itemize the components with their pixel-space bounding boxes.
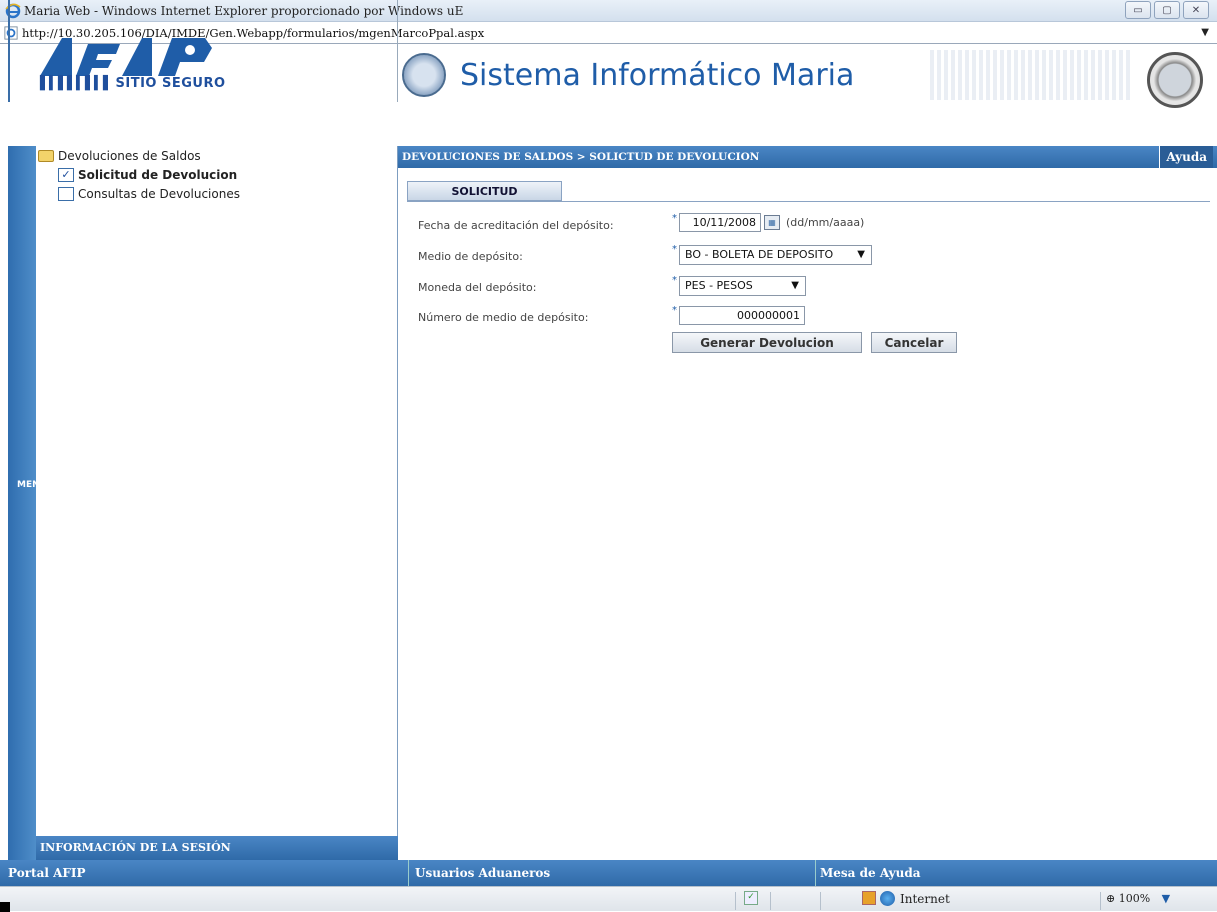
checked-doc-icon: ✓ [58,168,74,182]
moneda-label: Moneda del depósito: [418,281,537,294]
status-divider [735,892,736,910]
minimize-button[interactable]: ▭ [1125,1,1151,19]
status-divider [770,892,771,910]
doc-icon [58,187,74,201]
session-info-bar[interactable]: INFORMACIÓN DE LA SESIÓN [36,836,398,860]
system-title: Sistema Informático Maria [460,58,855,93]
status-bar: ✓ Internet ⊕ 100% ▼ [0,886,1217,912]
help-button[interactable]: Ayuda [1159,146,1213,168]
zoom-level: 100% [1118,892,1151,905]
medio-select-value: BO - BOLETA DE DEPOSITO [685,248,834,261]
menu-label: MENU [17,480,47,490]
cancelar-button[interactable]: Cancelar [871,332,957,353]
status-divider [1100,892,1101,910]
status-divider [820,892,821,910]
tab-solicitud[interactable]: SOLICITUD [407,181,562,201]
tree-item-solicitud[interactable]: ✓ Solicitud de Devolucion [58,168,237,182]
required-mark: * [672,275,677,286]
fecha-label: Fecha de acreditación del depósito: [418,219,614,232]
medio-label: Medio de depósito: [418,250,523,263]
decorative-pattern [930,50,1130,100]
sitio-seguro-text: ▌▍▌▌▍▌▍▌ SITIO SEGURO [40,76,226,91]
footer-bar: Portal AFIP Usuarios Aduaneros Mesa de A… [0,860,1217,886]
zoom-control[interactable]: ⊕ 100% ▼ [1106,892,1170,905]
numero-label: Número de medio de depósito: [418,311,589,324]
tree-root[interactable]: Devoluciones de Saldos [38,149,201,163]
tree-item-consultas[interactable]: Consultas de Devoluciones [58,187,240,201]
footer-divider [815,860,816,886]
logo-caption: SITIO SEGURO [115,76,226,91]
medio-select[interactable]: BO - BOLETA DE DEPOSITO ▼ [679,245,872,265]
maximize-button[interactable]: ▢ [1154,1,1180,19]
globe-icon [880,891,895,906]
fecha-input[interactable]: 10/11/2008 [679,213,761,232]
moneda-select[interactable]: PES - PESOS ▼ [679,276,806,296]
tab-divider [407,201,1210,202]
page-status-icon[interactable]: ✓ [744,891,758,905]
calendar-icon[interactable]: ▦ [764,215,780,230]
usuarios-aduaneros-link[interactable]: Usuarios Aduaneros [415,860,550,886]
barcode-icon: ▌▍▌▌▍▌▍▌ [40,76,116,91]
logo-area: ▌▍▌▌▍▌▍▌ SITIO SEGURO [8,0,398,102]
zone-label: Internet [900,892,950,906]
portal-afip-link[interactable]: Portal AFIP [8,860,86,886]
chevron-down-icon: ▼ [791,280,799,291]
menu-strip[interactable]: MENU [8,146,47,860]
mesa-de-ayuda-link[interactable]: Mesa de Ayuda [820,860,921,886]
breadcrumb: DEVOLUCIONES DE SALDOS > SOLICTUD DE DEV… [398,146,1217,168]
tree-item-label: Solicitud de Devolucion [78,168,238,182]
footer-divider [408,860,409,886]
moneda-select-value: PES - PESOS [685,279,753,292]
zoom-icon: ⊕ [1106,892,1116,905]
maria-seal-icon [402,53,446,97]
left-panel [8,146,398,860]
folder-icon [38,150,54,162]
tree-item-label: Consultas de Devoluciones [78,187,240,201]
required-mark: * [672,305,677,316]
afip-seal-icon [1147,52,1203,108]
date-format-hint: (dd/mm/aaaa) [786,216,865,229]
breadcrumb-text: DEVOLUCIONES DE SALDOS > SOLICTUD DE DEV… [402,151,760,163]
zoom-dropdown-icon[interactable]: ▼ [1162,892,1170,905]
required-mark: * [672,213,677,224]
close-button[interactable]: ✕ [1183,1,1209,19]
address-dropdown-icon[interactable]: ▼ [1201,27,1209,38]
chevron-down-icon: ▼ [857,249,865,260]
tree-root-label: Devoluciones de Saldos [58,149,201,163]
required-mark: * [672,244,677,255]
numero-input[interactable]: 000000001 [679,306,805,325]
lock-icon [862,891,876,905]
generar-devolucion-button[interactable]: Generar Devolucion [672,332,862,353]
